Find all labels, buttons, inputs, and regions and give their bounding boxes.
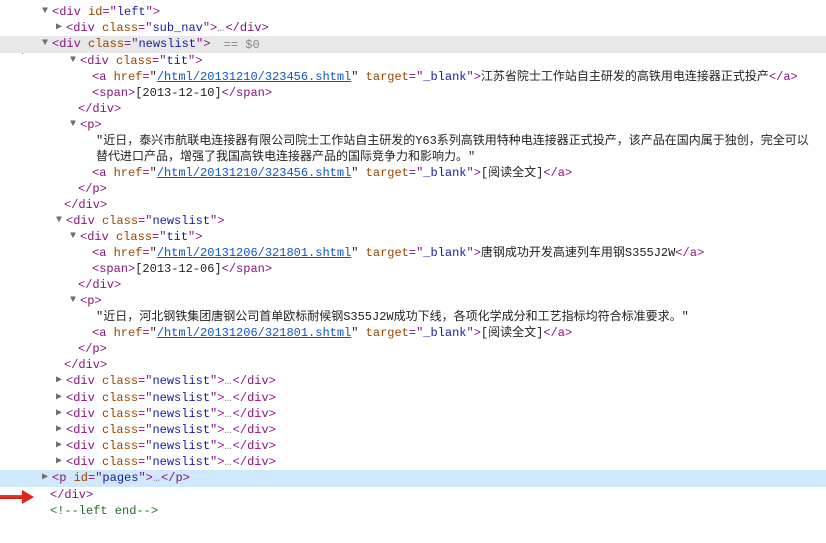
node-div-left-open[interactable]: <div id="left">	[40, 4, 826, 20]
node-newslist-collapsed[interactable]: <div class="newslist">…</div>	[40, 422, 826, 438]
node-a-title[interactable]: <a href="/html/20131206/321801.shtml" ta…	[40, 245, 826, 261]
caret-icon[interactable]	[54, 20, 64, 36]
node-a-title[interactable]: <a href="/html/20131210/323456.shtml" ta…	[40, 69, 826, 85]
ellipsis: …	[153, 472, 161, 486]
ellipsis: …	[224, 423, 232, 437]
node-span-date[interactable]: <span>[2013-12-06]</span>	[40, 261, 826, 277]
node-a-readmore[interactable]: <a href="/html/20131210/323456.shtml" ta…	[40, 165, 826, 181]
caret-icon[interactable]	[68, 293, 78, 309]
date-text: [2013-12-10]	[135, 86, 221, 100]
caret-icon[interactable]	[68, 53, 78, 69]
node-newslist-collapsed[interactable]: <div class="newslist">…</div>	[40, 406, 826, 422]
desc-text: "近日，河北钢铁集团唐钢公司首单欧标耐候钢S355J2W成功下线，各项化学成分和…	[40, 309, 810, 325]
node-p-open[interactable]: <p>	[40, 117, 826, 133]
caret-icon[interactable]	[54, 373, 64, 389]
comment-left-end: <!--left end-->	[40, 503, 826, 519]
selected-node-annotation: == $0	[210, 38, 259, 52]
node-p-close[interactable]: </p>	[40, 181, 826, 197]
node-p-open[interactable]: <p>	[40, 293, 826, 309]
node-tit-close[interactable]: </div>	[40, 101, 826, 117]
caret-icon[interactable]	[40, 36, 50, 52]
caret-icon[interactable]	[68, 117, 78, 133]
node-tit[interactable]: <div class="tit">	[40, 53, 826, 69]
href-link[interactable]: /html/20131206/321801.shtml	[157, 326, 351, 340]
href-link[interactable]: /html/20131210/323456.shtml	[157, 70, 351, 84]
caret-icon[interactable]	[40, 4, 50, 20]
ellipsis: …	[224, 391, 232, 405]
ellipsis: …	[224, 439, 232, 453]
node-newslist-close[interactable]: </div>	[40, 357, 826, 373]
node-newslist-collapsed[interactable]: <div class="newslist">…</div>	[40, 390, 826, 406]
caret-icon[interactable]	[54, 438, 64, 454]
node-newslist-close[interactable]: </div>	[40, 197, 826, 213]
node-tit[interactable]: <div class="tit">	[40, 229, 826, 245]
caret-icon[interactable]	[54, 390, 64, 406]
title-text: 唐钢成功开发高速列车用钢S355J2W	[481, 246, 675, 260]
node-newslist-collapsed[interactable]: <div class="newslist">…</div>	[40, 454, 826, 470]
readmore-text: [阅读全文]	[481, 166, 543, 180]
node-tit-close[interactable]: </div>	[40, 277, 826, 293]
node-newslist-selected[interactable]: <div class="newslist"> == $0	[0, 36, 826, 52]
node-div-left-close[interactable]: </div>	[40, 487, 826, 503]
caret-icon[interactable]	[68, 229, 78, 245]
desc-text: "近日，泰兴市航联电连接器有限公司院士工作站自主研发的Y63系列高铁用特种电连接…	[40, 133, 810, 165]
node-a-readmore[interactable]: <a href="/html/20131206/321801.shtml" ta…	[40, 325, 826, 341]
caret-icon[interactable]	[54, 213, 64, 229]
ellipsis: …	[224, 455, 232, 469]
ellipsis: …	[224, 407, 232, 421]
node-sub-nav[interactable]: <div class="sub_nav">…</div>	[40, 20, 826, 36]
caret-icon[interactable]	[54, 406, 64, 422]
dom-tree: <div id="left"> <div class="sub_nav">…</…	[0, 0, 826, 519]
node-newslist-collapsed[interactable]: <div class="newslist">…</div>	[40, 438, 826, 454]
caret-icon[interactable]	[54, 454, 64, 470]
node-newslist[interactable]: <div class="newslist">	[40, 213, 826, 229]
date-text: [2013-12-06]	[135, 262, 221, 276]
node-pages[interactable]: <p id="pages">…</p>	[0, 470, 826, 486]
href-link[interactable]: /html/20131206/321801.shtml	[157, 246, 351, 260]
ellipsis: …	[224, 375, 232, 389]
node-newslist-collapsed[interactable]: <div class="newslist">…</div>	[40, 373, 826, 389]
title-text: 江苏省院士工作站自主研发的高铁用电连接器正式投产	[481, 70, 769, 84]
href-link[interactable]: /html/20131210/323456.shtml	[157, 166, 351, 180]
node-span-date[interactable]: <span>[2013-12-10]</span>	[40, 85, 826, 101]
node-p-close[interactable]: </p>	[40, 341, 826, 357]
caret-icon[interactable]	[40, 470, 50, 486]
caret-icon[interactable]	[54, 422, 64, 438]
readmore-text: [阅读全文]	[481, 326, 543, 340]
